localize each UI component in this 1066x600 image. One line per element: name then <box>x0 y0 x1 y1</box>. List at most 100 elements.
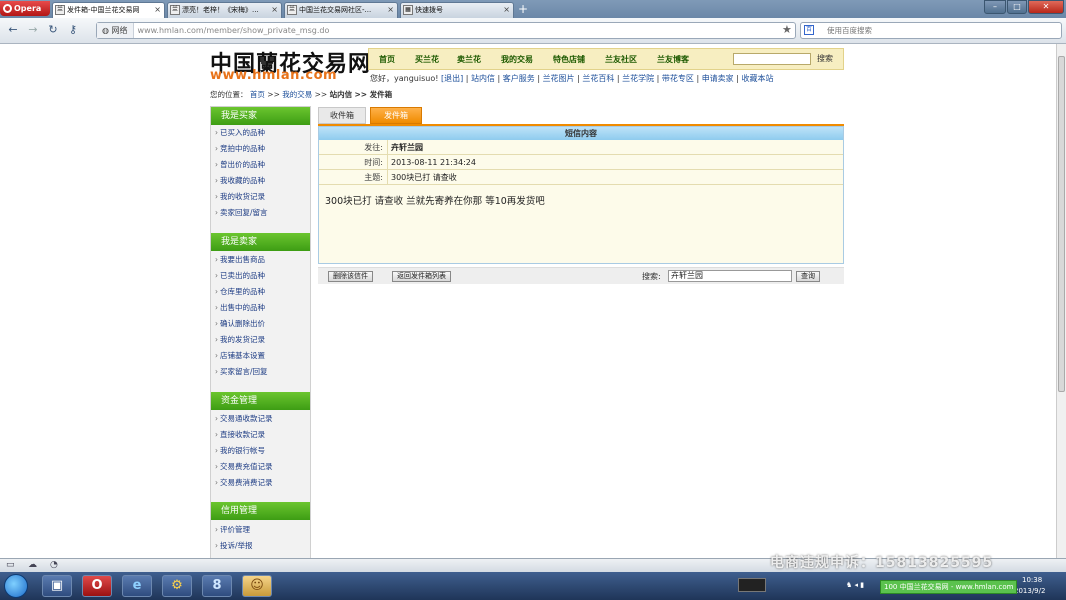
sidebar-section-buyer[interactable]: 我是买家 <box>211 107 310 125</box>
cloud-icon[interactable]: ☁ <box>28 560 37 570</box>
sidebar-item-sell[interactable]: 我要出售商品 <box>215 254 265 265</box>
user-greeting: 您好，yanguisuo! <box>370 74 439 83</box>
sidebar-item-seller-replies[interactable]: 卖家回复/留言 <box>215 207 268 218</box>
sidebar-item-direct-payments[interactable]: 直接收款记录 <box>215 429 265 440</box>
nav-my-trade[interactable]: 我的交易 <box>501 54 533 65</box>
bookmark-star-icon[interactable]: ★ <box>782 23 792 36</box>
sidebar-item-bank-account[interactable]: 我的银行帐号 <box>215 445 265 456</box>
forward-icon[interactable]: → <box>26 23 40 37</box>
sidebar-item-offered[interactable]: 曾出价的品种 <box>215 159 265 170</box>
site-search-input[interactable] <box>733 53 811 65</box>
site-search-button[interactable]: 搜索 <box>817 53 833 64</box>
delete-message-button[interactable]: 删除该信件 <box>328 271 373 282</box>
member-sidebar: 我是买家 已买入的品种 竞拍中的品种 曾出价的品种 我收藏的品种 我的收货记录 … <box>210 106 311 558</box>
back-icon[interactable]: ← <box>6 23 20 37</box>
link-encyclopedia[interactable]: 兰花百科 <box>582 74 614 83</box>
network-signal-icon[interactable] <box>738 578 766 592</box>
nav-community[interactable]: 兰友社区 <box>605 54 637 65</box>
back-to-outbox-button[interactable]: 返回发件箱列表 <box>392 271 451 282</box>
time-value: 2013-08-11 21:34:24 <box>391 158 476 167</box>
start-button[interactable] <box>4 574 28 598</box>
sidebar-item-confirm-delete[interactable]: 确认删除出价 <box>215 318 265 329</box>
sidebar-item-on-sale[interactable]: 出售中的品种 <box>215 302 265 313</box>
message-search-input[interactable]: 卉轩兰园 <box>668 270 792 282</box>
sidebar-item-recharge[interactable]: 交易费充值记录 <box>215 461 273 472</box>
close-icon[interactable]: × <box>154 3 161 17</box>
globe-icon: ◍ <box>102 26 112 35</box>
tab-community[interactable]: 兰中国兰花交易网社区-... × <box>284 2 398 18</box>
tab-speed-dial[interactable]: ▦ 快速拨号 × <box>400 2 514 18</box>
sidebar-section-funds[interactable]: 资金管理 <box>211 392 310 410</box>
ie-taskbar-icon[interactable]: e <box>122 575 152 597</box>
recipient-row: 发往: 卉轩兰园 <box>319 140 843 155</box>
close-window-button[interactable]: ✕ <box>1028 0 1064 14</box>
sidebar-section-credit[interactable]: 信用管理 <box>211 502 310 520</box>
sidebar-item-bidding[interactable]: 竞拍中的品种 <box>215 143 265 154</box>
page-content: 中国蘭花交易网 www.hmlan.com 首页 买兰花 卖兰花 我的交易 特色… <box>0 44 1056 558</box>
close-icon[interactable]: × <box>271 3 278 17</box>
site-logo-url[interactable]: www.hmlan.com <box>210 68 337 83</box>
turbo-icon[interactable]: ◔ <box>50 560 58 570</box>
link-pictures[interactable]: 兰花图片 <box>543 74 575 83</box>
search-engine-field[interactable]: 百使用百度搜索 <box>800 22 1062 39</box>
reload-icon[interactable]: ↻ <box>46 23 60 37</box>
panel-toggle-icon[interactable]: ▭ <box>6 560 15 570</box>
baidu-icon: 百 <box>804 25 814 35</box>
subject-value: 300块已打 请查收 <box>391 173 457 182</box>
link-messages[interactable]: 站内信 <box>471 74 495 83</box>
sidebar-item-warehouse[interactable]: 仓库里的品种 <box>215 286 265 297</box>
nav-home[interactable]: 首页 <box>379 54 395 65</box>
sidebar-item-bought[interactable]: 已买入的品种 <box>215 127 265 138</box>
tray-icons[interactable]: ♞ ◂ ▮ <box>846 581 864 589</box>
tab-outbox[interactable]: 发件箱 <box>370 107 422 124</box>
breadcrumb-my-trade[interactable]: 我的交易 <box>282 90 312 99</box>
opera-menu-button[interactable]: Opera <box>0 1 50 16</box>
nav-blog[interactable]: 兰友博客 <box>657 54 689 65</box>
site-badge[interactable]: ◍ 网络 <box>97 23 134 38</box>
sidebar-item-reviews[interactable]: 评价管理 <box>215 524 250 535</box>
maximize-button[interactable]: □ <box>1007 0 1027 14</box>
sidebar-item-payment-records[interactable]: 交易通收款记录 <box>215 413 273 424</box>
breadcrumb-inbox[interactable]: 站内信 <box>330 90 353 99</box>
scrollbar-thumb[interactable] <box>1058 56 1065 392</box>
close-icon[interactable]: × <box>503 3 510 17</box>
tab-songmei[interactable]: 兰漂亮！老梓！《宋梅》... × <box>167 2 282 18</box>
sidebar-item-fee-records[interactable]: 交易费消费记录 <box>215 477 273 488</box>
nav-buy[interactable]: 买兰花 <box>415 54 439 65</box>
url-field[interactable]: ◍ 网络 www.hmlan.com/member/show_private_ms… <box>96 22 796 39</box>
link-service[interactable]: 客户服务 <box>503 74 535 83</box>
opera-taskbar-icon[interactable]: O <box>82 575 112 597</box>
tab-outbox[interactable]: 兰发件箱-中国兰花交易网 × <box>52 2 165 18</box>
key-icon[interactable]: ⚷ <box>66 23 80 37</box>
close-icon[interactable]: × <box>387 3 394 17</box>
logout-link[interactable]: [退出] <box>441 74 463 83</box>
sidebar-item-received[interactable]: 我的收货记录 <box>215 191 265 202</box>
sidebar-item-buyer-messages[interactable]: 买家留言/回复 <box>215 366 268 377</box>
link-special[interactable]: 带花专区 <box>662 74 694 83</box>
nav-shops[interactable]: 特色店铺 <box>553 54 585 65</box>
address-bar-row: ← → ↻ ⚷ ◍ 网络 www.hmlan.com/member/show_pr… <box>0 18 1066 44</box>
active-window-title[interactable]: 100 中国兰花交易网 - www.hmlan.com <box>880 580 1018 594</box>
explorer-taskbar-icon[interactable]: ▣ <box>42 575 72 597</box>
sidebar-item-complaints[interactable]: 投诉/举报 <box>215 540 253 551</box>
link-academy[interactable]: 兰花学院 <box>622 74 654 83</box>
sidebar-item-sold[interactable]: 已卖出的品种 <box>215 270 265 281</box>
link-apply-seller[interactable]: 申请卖家 <box>702 74 734 83</box>
nav-sell[interactable]: 卖兰花 <box>457 54 481 65</box>
app-taskbar-icon[interactable]: ⚙ <box>162 575 192 597</box>
eight-taskbar-icon[interactable]: 8 <box>202 575 232 597</box>
sidebar-item-shop-settings[interactable]: 店铺基本设置 <box>215 350 265 361</box>
tab-inbox[interactable]: 收件箱 <box>318 107 366 124</box>
query-button[interactable]: 查询 <box>796 271 820 282</box>
breadcrumb-home[interactable]: 首页 <box>250 90 265 99</box>
opera-icon <box>3 4 12 13</box>
vertical-scrollbar[interactable] <box>1056 44 1066 558</box>
new-tab-button[interactable]: + <box>516 3 530 16</box>
sidebar-item-favorites[interactable]: 我收藏的品种 <box>215 175 265 186</box>
sidebar-section-seller[interactable]: 我是卖家 <box>211 233 310 251</box>
minimize-button[interactable]: – <box>984 0 1006 14</box>
link-bookmark-site[interactable]: 收藏本站 <box>741 74 773 83</box>
sidebar-item-shipping[interactable]: 我的发货记录 <box>215 334 265 345</box>
chat-taskbar-icon[interactable]: ☺ <box>242 575 272 597</box>
search-label: 搜索: <box>642 272 661 281</box>
